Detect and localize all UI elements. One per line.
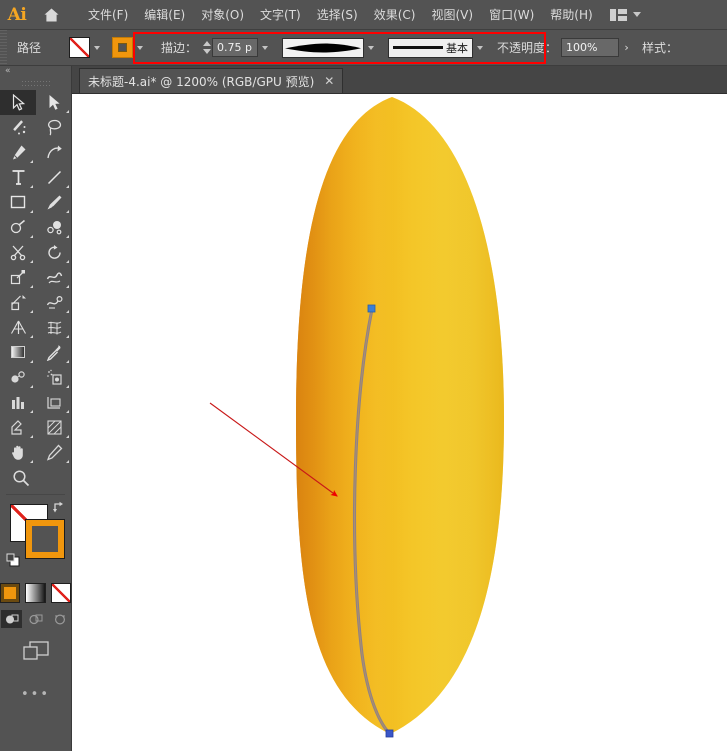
selection-tool[interactable] [0, 90, 36, 115]
toolbar-divider [6, 494, 65, 495]
illustrator-logo-icon: Ai [0, 0, 34, 30]
stroke-weight-input[interactable]: 0.75 p [212, 38, 258, 57]
column-graph-tool[interactable] [0, 390, 36, 415]
rotate-tool[interactable] [36, 240, 72, 265]
shaper-tool[interactable] [0, 215, 36, 240]
style-line-swatch [393, 46, 443, 49]
anchor-point-top[interactable] [368, 305, 375, 312]
menu-bar: Ai 文件(F) 编辑(E) 对象(O) 文字(T) 选择(S) 效果(C) 视… [0, 0, 727, 30]
tools-panel: « [0, 66, 72, 751]
type-tool[interactable] [0, 165, 36, 190]
menu-edit[interactable]: 编辑(E) [136, 2, 193, 27]
selection-type-label: 路径 [7, 39, 51, 56]
symbol-sprayer-tool[interactable] [36, 365, 72, 390]
style-label: 样式： [642, 39, 678, 56]
draw-mode-row [0, 610, 71, 628]
workspace-controls [608, 8, 727, 22]
swap-fill-stroke-icon[interactable] [52, 501, 65, 514]
opacity-input[interactable]: 100% [561, 38, 619, 57]
eyedropper-tool[interactable] [36, 340, 72, 365]
none-mode-button[interactable] [51, 583, 71, 603]
blend-tool[interactable] [0, 365, 36, 390]
perspective-grid-tool[interactable] [0, 315, 36, 340]
graphic-style-chevron-icon[interactable] [473, 37, 487, 58]
stroke-weight-stepper[interactable] [201, 38, 212, 58]
document-tab-title: 未标题-4.ai* @ 1200% (RGB/GPU 预览) [88, 73, 314, 90]
hand-tool[interactable] [0, 440, 36, 465]
fill-stroke-control [0, 501, 71, 581]
leaf-ellipse-shape[interactable] [296, 97, 504, 734]
menu-effect[interactable]: 效果(C) [366, 2, 424, 27]
magic-wand-tool[interactable] [0, 115, 36, 140]
fill-dropdown-chevron-icon[interactable] [90, 37, 104, 58]
eraser-tool[interactable] [36, 415, 72, 440]
document-tab[interactable]: 未标题-4.ai* @ 1200% (RGB/GPU 预览) ✕ [79, 68, 343, 93]
stroke-swatch-large[interactable] [26, 520, 64, 558]
direct-selection-tool[interactable] [36, 90, 72, 115]
tool-grid [0, 90, 71, 465]
draw-normal-button[interactable] [1, 610, 22, 628]
slice-tool[interactable] [0, 415, 36, 440]
color-mode-row [0, 583, 71, 603]
graphic-style-preview[interactable]: 基本 [388, 38, 473, 58]
pen-tool[interactable] [0, 140, 36, 165]
free-transform-tool[interactable] [0, 290, 36, 315]
lasso-tool[interactable] [36, 115, 72, 140]
draw-behind-button[interactable] [25, 610, 46, 628]
gradient-mode-button[interactable] [25, 583, 45, 603]
menu-select[interactable]: 选择(S) [309, 2, 366, 27]
artboard-tool[interactable] [36, 390, 72, 415]
menu-view[interactable]: 视图(V) [423, 2, 481, 27]
width-warp-tool[interactable] [36, 265, 72, 290]
arrange-documents-icon[interactable] [608, 8, 628, 22]
curvature-tool[interactable] [36, 140, 72, 165]
gradient-tool[interactable] [0, 340, 36, 365]
menu-type[interactable]: 文字(T) [252, 2, 309, 27]
shape-builder-tool[interactable] [36, 290, 72, 315]
line-segment-tool[interactable] [36, 165, 72, 190]
default-fill-stroke-icon[interactable] [6, 553, 21, 568]
anchor-point-bottom[interactable] [386, 730, 393, 737]
menu-object[interactable]: 对象(O) [193, 2, 252, 27]
screen-mode-row [0, 640, 71, 665]
document-tab-bar: 未标题-4.ai* @ 1200% (RGB/GPU 预览) ✕ [72, 66, 727, 94]
menu-item-list: 文件(F) 编辑(E) 对象(O) 文字(T) 选择(S) 效果(C) 视图(V… [80, 2, 601, 27]
rectangle-tool[interactable] [0, 190, 36, 215]
mesh-tool[interactable] [36, 315, 72, 340]
fill-color-swatch[interactable] [69, 37, 90, 58]
toolbar-collapse-icon[interactable]: « [0, 66, 71, 77]
stroke-dropdown-chevron-icon[interactable] [133, 37, 147, 58]
brush-definition-preview[interactable] [282, 38, 364, 58]
zoom-tool[interactable] [0, 465, 72, 490]
control-bar: 路径 描边： 0.75 p 基本 不透明度： [0, 30, 727, 66]
stroke-weight-chevron-icon[interactable] [258, 37, 272, 58]
color-mode-button[interactable] [0, 583, 20, 603]
illustrator-window: Ai 文件(F) 编辑(E) 对象(O) 文字(T) 选择(S) 效果(C) 视… [0, 0, 727, 751]
stroke-color-swatch[interactable] [112, 37, 133, 58]
paintbrush-tool[interactable] [36, 190, 72, 215]
brush-definition-chevron-icon[interactable] [364, 37, 378, 58]
menu-window[interactable]: 窗口(W) [481, 2, 542, 27]
home-icon[interactable] [34, 0, 68, 30]
close-icon[interactable]: ✕ [324, 74, 334, 88]
opacity-options-icon[interactable]: › [619, 38, 634, 57]
opacity-label: 不透明度： [497, 39, 561, 56]
toolbar-grip[interactable] [0, 77, 71, 90]
chevron-down-icon[interactable] [633, 12, 641, 17]
control-bar-grip[interactable] [0, 30, 7, 66]
screen-mode-button[interactable] [21, 640, 51, 665]
scissors-tool[interactable] [0, 240, 36, 265]
scale-tool[interactable] [0, 265, 36, 290]
artwork-svg [72, 94, 727, 751]
stroke-weight-label: 描边： [161, 39, 201, 56]
graphic-style-label: 基本 [446, 40, 468, 56]
edit-toolbar-button[interactable]: ••• [0, 687, 71, 702]
draw-inside-button[interactable] [49, 610, 70, 628]
menu-help[interactable]: 帮助(H) [542, 2, 600, 27]
blob-brush-tool[interactable] [36, 215, 72, 240]
menu-file[interactable]: 文件(F) [80, 2, 136, 27]
pencil-tool[interactable] [36, 440, 72, 465]
artboard-canvas[interactable] [72, 94, 727, 751]
